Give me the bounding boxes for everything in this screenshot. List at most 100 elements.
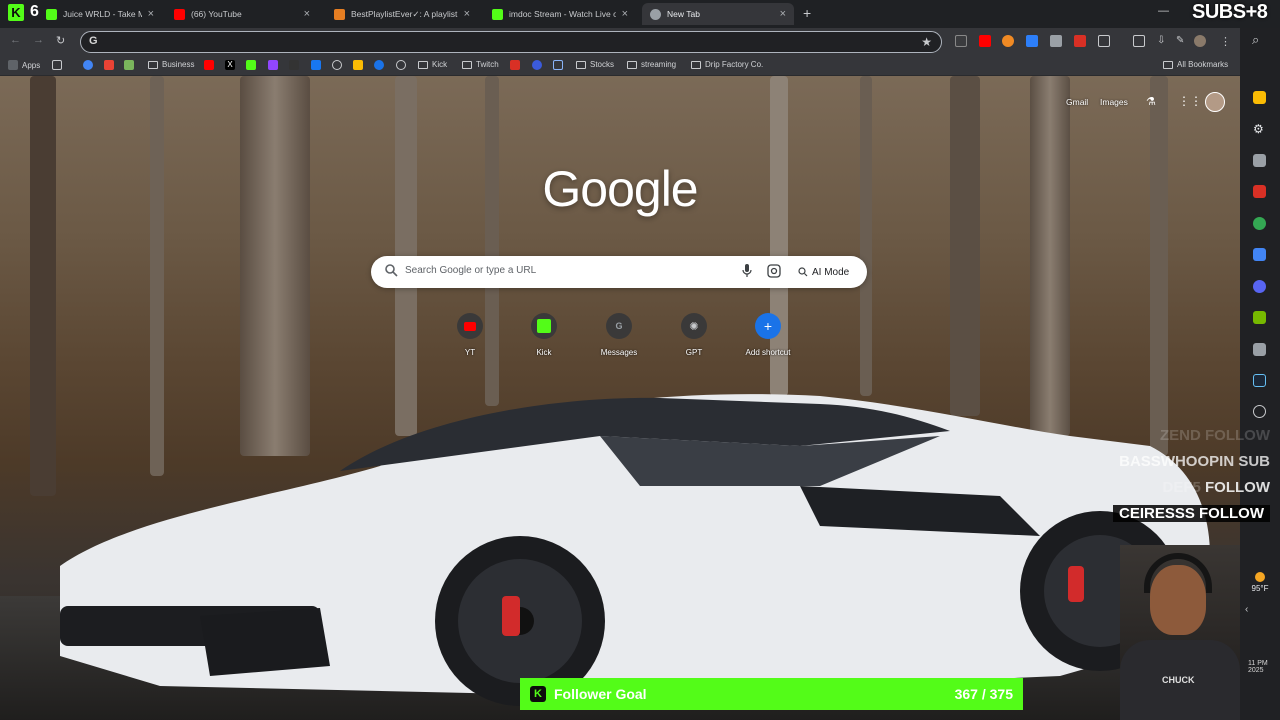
tab-juice-wrld[interactable]: Juice WRLD - Take My Soul × — [38, 3, 162, 25]
tab-youtube[interactable]: (66) YouTube × — [166, 3, 318, 25]
new-tab-button[interactable]: + — [803, 5, 811, 21]
bookmark-grid[interactable] — [52, 60, 62, 70]
close-icon[interactable]: × — [464, 8, 470, 20]
shortcut-messages[interactable]: G Messages — [589, 313, 649, 357]
back-icon[interactable]: ← — [10, 34, 21, 46]
bookmark-folder-streaming[interactable]: streaming — [627, 60, 676, 69]
bookmark-misc[interactable] — [289, 60, 299, 70]
bookmark-misc[interactable] — [510, 60, 520, 70]
close-icon[interactable]: × — [304, 8, 310, 20]
menu-kebab-icon[interactable]: ⋮ — [1220, 35, 1232, 48]
bookmark-star-icon[interactable]: ★ — [921, 35, 932, 49]
bookmark-twitch[interactable] — [268, 60, 278, 70]
google-icon — [83, 60, 93, 70]
app-icon[interactable] — [1253, 343, 1266, 356]
bookmark-misc[interactable] — [332, 60, 342, 70]
labs-flask-icon[interactable]: ⚗ — [1146, 95, 1156, 108]
alert-action: SUB — [1238, 453, 1270, 470]
app-icon[interactable] — [1253, 154, 1266, 167]
forward-icon[interactable]: → — [33, 34, 44, 46]
tree-trunk — [860, 76, 872, 396]
bookmark-favicon-icon — [332, 60, 342, 70]
bookmark-label: Apps — [22, 60, 41, 70]
account-avatar[interactable] — [1205, 92, 1225, 112]
tab-new-tab[interactable]: New Tab × — [642, 3, 794, 25]
gmail-link[interactable]: Gmail — [1066, 97, 1088, 107]
bookmark-folder-stocks[interactable]: Stocks — [576, 60, 614, 69]
folder-icon — [576, 60, 586, 69]
app-icon[interactable] — [1253, 405, 1266, 418]
settings-gear-icon[interactable]: ⚙ — [1253, 122, 1266, 136]
media-control-icon[interactable] — [1133, 35, 1145, 47]
bookmark-shopify[interactable] — [124, 60, 134, 70]
edit-icon[interactable]: ✎ — [1176, 35, 1188, 47]
app-icon[interactable] — [1253, 185, 1266, 198]
close-icon[interactable]: × — [780, 8, 786, 20]
bookmark-folder-kick[interactable]: Kick — [418, 60, 447, 69]
bookmark-favicon-icon — [374, 60, 384, 70]
shortcut-gpt[interactable]: ✺ GPT — [664, 313, 724, 357]
bookmark-kick[interactable] — [246, 60, 256, 70]
extension-red-icon[interactable] — [1074, 35, 1086, 47]
extensions-puzzle-icon[interactable] — [1098, 35, 1110, 47]
chevron-left-icon[interactable]: ‹ — [1245, 604, 1248, 615]
tab-title: imdoc Stream - Watch Live on — [509, 9, 616, 19]
bookmark-misc[interactable] — [353, 60, 363, 70]
sun-icon — [1255, 572, 1265, 582]
shortcut-add[interactable]: + Add shortcut — [738, 313, 798, 357]
app-icon[interactable] — [1253, 248, 1266, 261]
bookmark-misc[interactable] — [532, 60, 542, 70]
extension-grey-icon[interactable] — [1050, 35, 1062, 47]
search-box[interactable]: Search Google or type a URL AI Mode — [371, 256, 867, 288]
discord-icon[interactable] — [1253, 280, 1266, 293]
extension-icon[interactable] — [955, 35, 967, 47]
folder-icon — [418, 60, 428, 69]
bookmark-x[interactable]: X — [225, 60, 235, 70]
extension-orange-icon[interactable] — [1002, 35, 1014, 47]
nvidia-icon[interactable] — [1253, 311, 1266, 324]
bookmark-misc[interactable] — [374, 60, 384, 70]
folder-icon[interactable] — [1253, 91, 1266, 104]
tab-imdoc-stream[interactable]: imdoc Stream - Watch Live on × — [484, 3, 636, 25]
google-apps-icon[interactable]: ⋮⋮ — [1178, 94, 1202, 108]
bookmark-folder-business[interactable]: Business — [148, 60, 194, 69]
bookmark-youtube[interactable] — [204, 60, 214, 70]
steam-icon[interactable] — [1253, 374, 1266, 387]
bookmark-misc[interactable] — [396, 60, 406, 70]
close-icon[interactable]: × — [148, 8, 154, 20]
kick-icon — [246, 60, 256, 70]
close-icon[interactable]: × — [622, 8, 628, 20]
temperature: 95°F — [1251, 584, 1269, 593]
bookmark-favicon-icon — [553, 60, 563, 70]
address-bar[interactable]: G ★ — [80, 31, 942, 53]
bookmark-misc[interactable] — [553, 60, 563, 70]
shortcut-label: GPT — [685, 348, 703, 357]
bookmark-favicon-icon — [289, 60, 299, 70]
bookmark-folder-twitch[interactable]: Twitch — [462, 60, 499, 69]
images-link[interactable]: Images — [1100, 97, 1128, 107]
search-icon[interactable]: ⌕ — [1252, 32, 1259, 48]
ai-mode-button[interactable]: AI Mode — [792, 262, 855, 282]
microphone-icon[interactable] — [742, 264, 752, 278]
downloads-icon[interactable]: ⇩ — [1157, 35, 1169, 47]
kick-logo-icon: K — [8, 4, 24, 21]
folder-icon — [462, 60, 472, 69]
minimize-button[interactable]: — — [1158, 5, 1169, 17]
bookmark-apps[interactable]: Apps — [8, 60, 40, 70]
profile-avatar[interactable] — [1194, 35, 1206, 47]
chrome-icon[interactable] — [1253, 217, 1266, 230]
bookmark-gmail[interactable] — [104, 60, 114, 70]
extension-blue-icon[interactable] — [1026, 35, 1038, 47]
youtube-extension-icon[interactable] — [979, 35, 991, 47]
bookmark-folder-drip[interactable]: Drip Factory Co. — [691, 60, 763, 69]
reload-icon[interactable]: ↻ — [56, 34, 65, 47]
tab-playlist[interactable]: BestPlaylistEver✓: A playlist by × — [326, 3, 478, 25]
bookmark-facebook[interactable] — [311, 60, 321, 70]
bookmark-google[interactable] — [83, 60, 93, 70]
google-lens-icon[interactable] — [767, 264, 781, 278]
google-g-icon: G — [89, 35, 98, 47]
shortcut-yt[interactable]: YT — [440, 313, 500, 357]
folder-icon — [1163, 60, 1173, 69]
bookmark-folder-all[interactable]: All Bookmarks — [1163, 60, 1228, 69]
shortcut-kick[interactable]: Kick — [514, 313, 574, 357]
